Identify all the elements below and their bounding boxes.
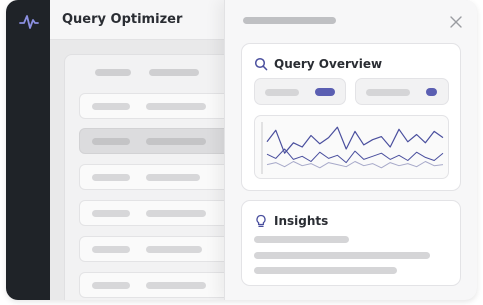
table-header-cell <box>149 69 199 76</box>
lightbulb-icon <box>256 214 266 228</box>
filter-label <box>265 89 299 96</box>
series-line-3 <box>266 161 444 169</box>
metrics-chart <box>254 115 449 179</box>
app-window: Query Optimizer Query Overview Insights <box>6 0 477 300</box>
table-cell <box>92 138 130 145</box>
pulse-icon[interactable] <box>19 12 39 32</box>
table-cell <box>92 174 130 181</box>
toggle-switch[interactable] <box>426 88 437 96</box>
details-panel: Query Overview Insights <box>224 0 477 300</box>
insight-line <box>254 252 430 259</box>
insights-card: Insights <box>241 200 461 286</box>
app-title: Query Optimizer <box>62 12 183 27</box>
table-cell <box>146 282 206 289</box>
table-cell <box>92 210 130 217</box>
search-icon <box>254 57 268 71</box>
series-line-2 <box>266 148 444 164</box>
card-header: Query Overview <box>254 56 382 72</box>
insights-title: Insights <box>274 214 329 228</box>
series-line-1 <box>266 126 444 154</box>
filter-control[interactable] <box>355 78 449 105</box>
query-overview-card: Query Overview <box>241 43 461 191</box>
query-overview-title: Query Overview <box>274 57 383 71</box>
card-header: Insights <box>254 213 328 229</box>
table-cell <box>146 103 206 110</box>
table-cell <box>146 246 202 253</box>
insight-line <box>254 236 349 243</box>
table-cell <box>92 246 130 253</box>
filter-control[interactable] <box>254 78 346 105</box>
table-cell <box>92 103 130 110</box>
line-chart <box>261 122 444 174</box>
table-cell <box>146 210 206 217</box>
table-header-cell <box>95 69 131 76</box>
filter-label <box>366 89 410 96</box>
table-cell <box>146 138 206 145</box>
close-icon[interactable] <box>449 15 463 29</box>
table-cell <box>146 174 200 181</box>
nav-rail <box>6 0 50 300</box>
panel-title <box>243 17 336 24</box>
toggle-switch[interactable] <box>315 88 335 96</box>
insight-line <box>254 267 397 274</box>
table-cell <box>92 282 130 289</box>
